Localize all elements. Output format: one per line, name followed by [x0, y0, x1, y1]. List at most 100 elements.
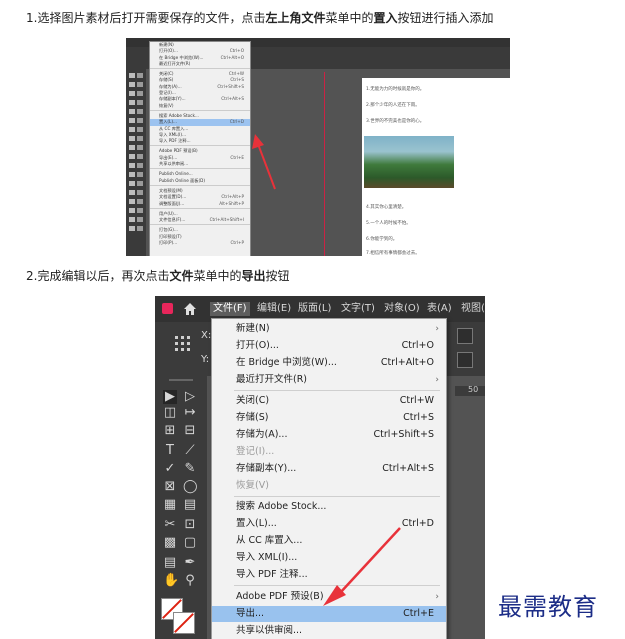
file-menu-item[interactable]: 存储(S) Ctrl+S	[212, 410, 446, 426]
tool-icon[interactable]	[137, 154, 143, 159]
pencil-tool-icon[interactable]: ✎	[183, 462, 197, 476]
ellipse-tool-icon[interactable]: ◯	[183, 480, 198, 494]
tool-icon[interactable]	[137, 145, 143, 150]
tool-icon[interactable]	[137, 109, 143, 114]
tool-icon[interactable]	[129, 91, 135, 96]
file-menu-item[interactable]: Adobe PDF 预设(B) ›	[212, 589, 446, 605]
ctrl-option-box[interactable]	[457, 328, 473, 344]
file-menu-item[interactable]: 在 Bridge 中浏览(W)... Ctrl+Alt+O	[212, 355, 446, 371]
file-menu-item[interactable]: 打开(O)... Ctrl+O	[212, 338, 446, 354]
file-menu-item[interactable]: 共享以供审阅...	[212, 623, 446, 639]
grid-tool-icon[interactable]: ▦	[163, 498, 177, 512]
file-menu-item[interactable]: 导入 XML(I)...	[212, 550, 446, 566]
small-menu-item[interactable]: 调整版面(J)... Alt+Shift+P	[150, 201, 250, 207]
tool-icon[interactable]	[137, 118, 143, 123]
scissors-tool-icon[interactable]: ✂	[163, 518, 177, 532]
stroke-swatch[interactable]	[173, 612, 195, 634]
content-collector-icon[interactable]: ⊞	[163, 424, 177, 438]
tool-icon[interactable]	[137, 82, 143, 87]
tool-icon[interactable]	[129, 82, 135, 87]
file-menu-item[interactable]: 置入(L)... Ctrl+D	[212, 516, 446, 532]
file-menu-item[interactable]: 导入 PDF 注释...	[212, 567, 446, 583]
content-placer-icon[interactable]: ⊟	[183, 424, 197, 438]
tool-icon[interactable]	[137, 217, 143, 222]
small-menu-item[interactable]: 打印(P)... Ctrl+P	[150, 240, 250, 246]
type-tool-icon[interactable]: T	[163, 444, 177, 458]
rectangle-frame-tool-icon[interactable]: ⊠	[163, 480, 177, 494]
pen-tool-icon[interactable]: ✓	[163, 462, 177, 476]
tool-icon[interactable]	[129, 136, 135, 141]
gradient-feather-tool-icon[interactable]: ▢	[183, 536, 197, 550]
direct-selection-tool-icon[interactable]: ▷	[183, 390, 197, 404]
tool-icon[interactable]	[137, 172, 143, 177]
file-menu-item[interactable]: 从 CC 库置入...	[212, 533, 446, 549]
menu-file[interactable]: 文件(F)	[210, 302, 250, 316]
small-menu-item[interactable]: 恢复(V)	[150, 103, 250, 109]
file-menu-item[interactable]: 最近打开文件(R) ›	[212, 372, 446, 388]
reference-point-dot[interactable]	[187, 336, 190, 339]
small-menu-item[interactable]: 最近打开文件(R)	[150, 61, 250, 67]
free-transform-tool-icon[interactable]: ⊡	[183, 518, 197, 532]
tool-icon[interactable]	[137, 127, 143, 132]
tool-icon[interactable]	[137, 163, 143, 168]
tool-icon[interactable]	[129, 181, 135, 186]
tool-icon[interactable]	[137, 136, 143, 141]
page-tool-icon[interactable]: ◫	[163, 406, 177, 420]
file-menu-item[interactable]: 新建(N) ›	[212, 321, 446, 337]
tool-icon[interactable]	[137, 208, 143, 213]
small-menu-item[interactable]: 文件信息(F)... Ctrl+Alt+Shift+I	[150, 217, 250, 223]
small-menu-item[interactable]: Publish Online 面板(D)	[150, 178, 250, 184]
tool-icon[interactable]	[137, 91, 143, 96]
reference-point-dot[interactable]	[181, 348, 184, 351]
reference-point-dot[interactable]	[187, 348, 190, 351]
reference-point-dot[interactable]	[187, 342, 190, 345]
zoom-tool-icon[interactable]: ⚲	[183, 574, 197, 588]
tool-icon[interactable]	[129, 217, 135, 222]
reference-point-dot[interactable]	[175, 348, 178, 351]
tool-icon[interactable]	[129, 226, 135, 231]
home-icon[interactable]	[183, 302, 197, 316]
small-menu-item[interactable]: 导入 PDF 注释...	[150, 138, 250, 144]
menu-view[interactable]: 视图(	[461, 302, 485, 316]
reference-point-icon[interactable]	[175, 336, 191, 352]
reference-point-dot[interactable]	[175, 336, 178, 339]
tool-icon[interactable]	[137, 181, 143, 186]
tool-icon[interactable]	[129, 172, 135, 177]
reference-point-dot[interactable]	[181, 342, 184, 345]
toolbox-grip[interactable]	[161, 376, 201, 384]
file-menu-item[interactable]: 存储为(A)... Ctrl+Shift+S	[212, 427, 446, 443]
table-tool-icon[interactable]: ▤	[183, 498, 197, 512]
tool-icon[interactable]	[129, 100, 135, 105]
tool-icon[interactable]	[137, 199, 143, 204]
tool-icon[interactable]	[129, 109, 135, 114]
tool-icon[interactable]	[137, 73, 143, 78]
menu-edit[interactable]: 编辑(E)	[257, 302, 291, 316]
tool-icon[interactable]	[129, 190, 135, 195]
menu-object[interactable]: 对象(O)	[384, 302, 420, 316]
file-menu-item[interactable]: 搜索 Adobe Stock...	[212, 499, 446, 515]
file-menu-item[interactable]: 存储副本(Y)... Ctrl+Alt+S	[212, 461, 446, 477]
hand-tool-icon[interactable]: ✋	[163, 574, 179, 588]
tool-icon[interactable]	[137, 100, 143, 105]
reference-point-dot[interactable]	[175, 342, 178, 345]
gap-tool-icon[interactable]: ↦	[183, 406, 197, 420]
note-tool-icon[interactable]: ▤	[163, 556, 177, 570]
line-tool-icon[interactable]: ⟋	[183, 444, 197, 458]
tool-icon[interactable]	[129, 127, 135, 132]
selection-tool-icon[interactable]: ▶	[163, 390, 177, 404]
tool-icon[interactable]	[129, 118, 135, 123]
reference-point-dot[interactable]	[181, 336, 184, 339]
tool-icon[interactable]	[137, 190, 143, 195]
tool-icon[interactable]	[129, 73, 135, 78]
menu-type[interactable]: 文字(T)	[341, 302, 375, 316]
tool-icon[interactable]	[137, 226, 143, 231]
file-menu-item[interactable]: 导出... Ctrl+E	[212, 606, 446, 622]
tool-icon[interactable]	[129, 154, 135, 159]
ctrl-option-box[interactable]	[457, 352, 473, 368]
tool-icon[interactable]	[129, 163, 135, 168]
tool-icon[interactable]	[129, 208, 135, 213]
menu-layout[interactable]: 版面(L)	[298, 302, 331, 316]
small-menu-item[interactable]: 共享以供审阅...	[150, 161, 250, 167]
menu-table[interactable]: 表(A)	[427, 302, 452, 316]
gradient-swatch-tool-icon[interactable]: ▩	[163, 536, 177, 550]
